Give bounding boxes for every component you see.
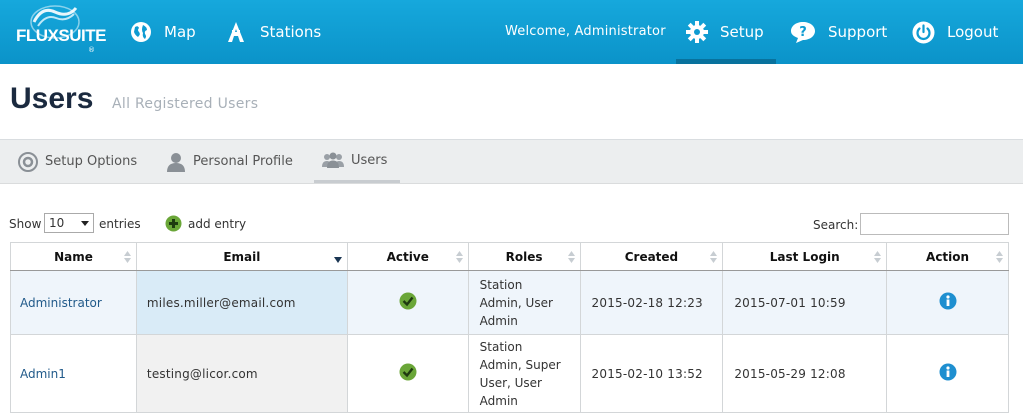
column-header-created[interactable]: Created <box>579 242 724 271</box>
user-created: 2015-02-10 13:52 <box>579 334 724 413</box>
entries-label: entries <box>99 217 141 231</box>
action-cell <box>886 334 1009 413</box>
nav-support-label: Support <box>828 23 888 41</box>
active-cell <box>346 270 469 335</box>
setup-subnav: Setup Options Personal Profile Users <box>0 140 1023 184</box>
column-header-action[interactable]: Action <box>886 242 1009 271</box>
user-email: miles.miller@email.com <box>135 270 348 335</box>
sort-both-icon <box>874 251 882 263</box>
page-subtitle: All Registered Users <box>112 96 259 112</box>
globe-icon <box>131 22 151 42</box>
nav-stations[interactable]: Stations <box>224 0 321 64</box>
action-cell <box>886 270 1009 335</box>
gear-icon <box>686 21 708 43</box>
entries-select-value: 10 <box>49 216 65 230</box>
add-entry-label: add entry <box>188 216 247 231</box>
sort-both-icon <box>710 251 718 263</box>
nav-stations-label: Stations <box>260 23 322 41</box>
page-title: Users <box>10 82 94 115</box>
chevron-down-icon <box>81 221 89 226</box>
column-header-last-login[interactable]: Last Login <box>722 242 888 271</box>
tab-setup-options-label: Setup Options <box>45 154 138 169</box>
column-header-name[interactable]: Name <box>10 242 137 271</box>
search-label: Search: <box>813 218 859 232</box>
top-navbar: FLUXSUITE ® Map Stations Welcome, Admini… <box>0 0 1023 64</box>
nav-map[interactable]: Map <box>130 0 196 64</box>
nav-setup-label: Setup <box>720 23 764 41</box>
active-cell <box>346 334 469 413</box>
fluxsuite-logo[interactable]: FLUXSUITE ® <box>14 4 106 60</box>
person-icon <box>167 152 185 172</box>
page-header: Users All Registered Users <box>0 64 1023 140</box>
tab-users-label: Users <box>351 152 388 168</box>
user-name-link[interactable]: Administrator <box>10 270 137 335</box>
nav-map-label: Map <box>164 23 196 41</box>
sort-both-icon <box>455 251 463 263</box>
user-last-login: 2015-05-29 12:08 <box>722 334 888 413</box>
add-circle-icon <box>165 215 182 232</box>
station-tower-icon <box>228 22 244 42</box>
tab-personal-profile[interactable]: Personal Profile <box>166 140 293 183</box>
show-label: Show <box>9 217 42 231</box>
help-bubble-icon: ? <box>791 22 815 43</box>
sort-both-icon <box>996 251 1003 263</box>
nav-logout-label: Logout <box>947 23 999 41</box>
entries-select[interactable]: 10 <box>44 213 94 233</box>
user-roles: Station Admin, Super User, User Admin <box>467 334 581 413</box>
column-header-active[interactable]: Active <box>346 242 469 271</box>
user-email: testing@licor.com <box>135 334 348 413</box>
nav-support[interactable]: ? Support <box>790 0 887 64</box>
svg-text:?: ? <box>799 25 807 40</box>
table-row[interactable]: Admin1 testing@licor.com Station Admin, … <box>10 334 1009 413</box>
sort-desc-icon <box>333 257 342 263</box>
users-table: Name Email Active Roles Created Last Log… <box>10 242 1009 413</box>
info-icon[interactable] <box>939 292 957 310</box>
nav-logout[interactable]: Logout <box>912 0 998 64</box>
tab-personal-profile-label: Personal Profile <box>193 154 293 169</box>
table-row[interactable]: Administrator miles.miller@email.com Sta… <box>10 270 1009 335</box>
sort-both-icon <box>123 251 131 263</box>
user-created: 2015-02-18 12:23 <box>579 270 724 335</box>
checkmark-circle-icon <box>399 292 417 310</box>
search-input[interactable] <box>860 213 1009 235</box>
nav-setup[interactable]: Setup <box>686 0 764 64</box>
logo-registered: ® <box>88 46 95 54</box>
user-name-link[interactable]: Admin1 <box>10 334 137 413</box>
add-entry-button[interactable]: add entry <box>165 215 246 232</box>
sort-both-icon <box>567 251 575 263</box>
user-roles: Station Admin, User Admin <box>467 270 581 335</box>
info-icon[interactable] <box>939 363 957 381</box>
welcome-text: Welcome, Administrator <box>505 24 666 39</box>
logo-text: FLUXSUITE <box>16 26 106 45</box>
table-header-row: Name Email Active Roles Created Last Log… <box>10 242 1009 271</box>
power-icon <box>912 21 935 43</box>
user-last-login: 2015-07-01 10:59 <box>722 270 888 335</box>
users-group-icon <box>322 152 344 168</box>
settings-circle-icon <box>18 151 38 172</box>
tab-setup-options[interactable]: Setup Options <box>18 140 137 183</box>
tab-users[interactable]: Users <box>314 140 400 183</box>
column-header-email[interactable]: Email <box>135 242 348 271</box>
column-header-roles[interactable]: Roles <box>467 242 581 271</box>
checkmark-circle-icon <box>399 363 417 381</box>
